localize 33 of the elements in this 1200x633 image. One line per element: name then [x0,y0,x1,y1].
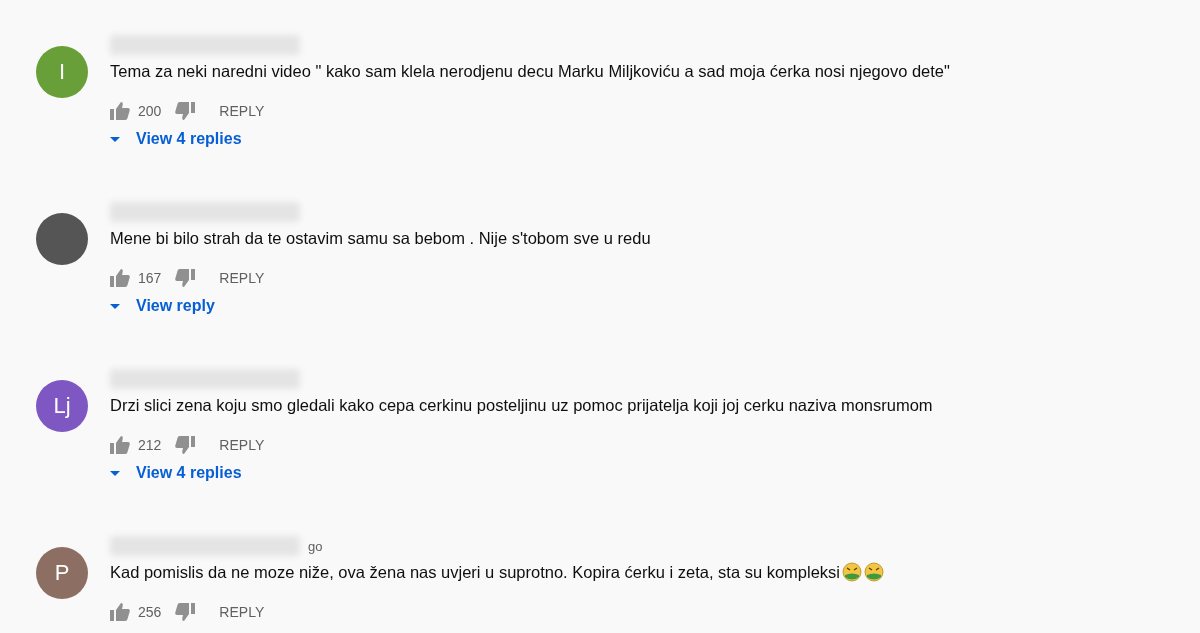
comment-text: Tema za neki naredni video " kako sam klela nerodjenu decu Marku Miljkoviću a sad moja ćerka nosi njegovo dete" [110,61,950,82]
thumbs-up-icon[interactable] [110,102,130,120]
thumbs-down-icon[interactable] [175,269,196,287]
nauseated-face-icon [864,562,885,582]
like-count: 212 [138,437,162,453]
comment-text: Kad pomislis da ne moze niže, ova žena nas uvjeri u suprotno. Kopira ćerku i zeta, sta su kompleksi [110,562,841,583]
avatar-photo-placeholder[interactable] [36,213,88,265]
avatar-circle[interactable]: P [36,547,88,599]
thumbs-down-icon[interactable] [175,436,196,454]
caret-down-icon [110,470,120,476]
reply-button[interactable]: REPLY [209,431,275,459]
avatar-circle[interactable]: Lj [36,380,88,432]
reply-button[interactable]: REPLY [209,598,275,626]
caret-down-icon [110,303,120,309]
nauseated-face-icon [842,562,863,582]
view-replies-link[interactable]: View reply [110,297,651,315]
thumbs-up-icon[interactable] [110,269,130,287]
comment-text: Drzi slici zena koju smo gledali kako cepa cerkinu posteljinu uz pomoc prijatelja koji joj cerku naziva monsrumom [110,395,933,416]
thumbs-down-icon[interactable] [175,603,196,621]
view-replies-link[interactable]: View 4 replies [110,130,950,148]
reply-button[interactable]: REPLY [209,97,275,125]
view-replies-link[interactable]: View 4 replies [110,464,933,482]
like-count: 167 [138,270,162,286]
avatar-circle[interactable]: I [36,46,88,98]
thumbs-up-icon[interactable] [110,603,130,621]
thumbs-up-icon[interactable] [110,436,130,454]
like-count: 256 [138,604,162,620]
thumbs-down-icon[interactable] [175,102,196,120]
caret-down-icon [110,136,120,142]
reply-button[interactable]: REPLY [209,264,275,292]
comment-text: Mene bi bilo strah da te ostavim samu sa bebom . Nije s'tobom sve u redu [110,228,651,249]
comment-time: go [308,538,323,554]
like-count: 200 [138,103,162,119]
